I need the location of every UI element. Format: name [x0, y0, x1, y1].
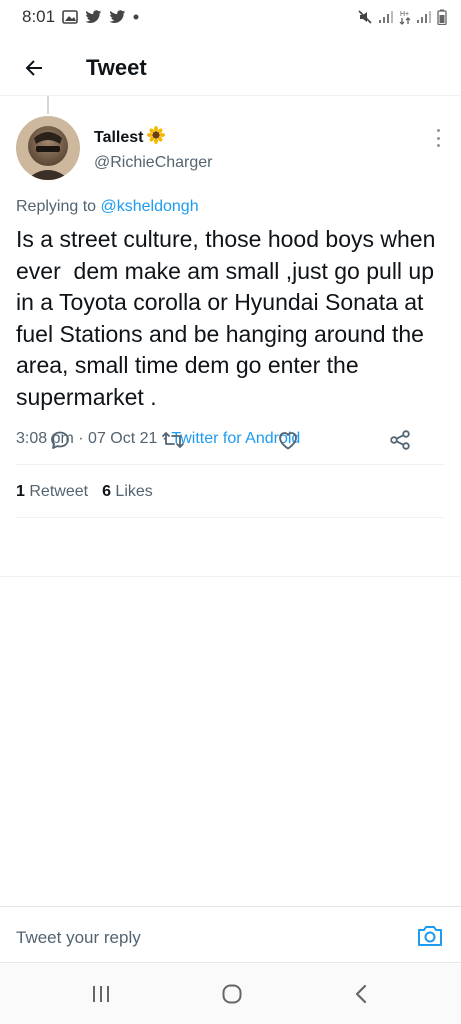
battery-icon	[437, 9, 447, 25]
divider	[16, 464, 445, 465]
author-row: Tallest @RichieCharger	[0, 110, 461, 190]
divider	[0, 962, 461, 963]
recents-button[interactable]	[86, 980, 116, 1008]
recents-icon	[93, 986, 109, 1002]
divider	[16, 517, 445, 518]
more-dot-icon	[436, 144, 440, 147]
retweet-count: 1	[16, 483, 25, 500]
back-nav-button[interactable]	[346, 980, 376, 1008]
reply-input[interactable]: Tweet your reply	[16, 928, 141, 948]
gallery-icon	[62, 10, 78, 24]
tweet-stats: 1 Retweet 6 Likes	[16, 483, 153, 501]
system-nav-bar	[0, 964, 461, 1024]
back-icon	[355, 984, 367, 1004]
status-bar: 8:01 H+	[0, 0, 461, 34]
replying-to: Replying to @ksheldongh	[16, 198, 199, 216]
app-header: Tweet	[0, 40, 461, 96]
arrow-left-icon	[25, 59, 42, 76]
twitter-icon	[85, 10, 102, 24]
share-button[interactable]	[380, 420, 420, 460]
camera-button[interactable]	[415, 921, 445, 951]
mute-icon	[357, 9, 373, 25]
reply-button[interactable]	[40, 420, 80, 460]
home-icon	[222, 984, 242, 1004]
more-dot-icon	[436, 129, 440, 132]
signal-icon	[416, 10, 432, 24]
retweet-icon	[162, 432, 184, 448]
status-time: 8:01	[22, 7, 56, 26]
author-name-text: Tallest	[94, 128, 144, 146]
tweet-text: Is a street culture, those hood boys whe…	[16, 226, 442, 410]
like-stat[interactable]: 6 Likes	[102, 483, 153, 501]
author-name[interactable]: Tallest	[94, 126, 165, 149]
page-title: Tweet	[86, 54, 147, 80]
home-button[interactable]	[217, 980, 247, 1008]
more-options-button[interactable]	[433, 126, 443, 150]
like-count: 6	[102, 483, 111, 500]
replying-mention-link[interactable]: @ksheldongh	[101, 198, 199, 215]
sunflower-emoji-icon	[146, 126, 165, 149]
svg-text:H+: H+	[400, 11, 409, 18]
dot-icon	[133, 14, 139, 20]
replying-prefix: Replying to	[16, 198, 97, 215]
more-dot-icon	[436, 136, 440, 140]
retweet-stat[interactable]: 1 Retweet	[16, 483, 88, 501]
retweet-button[interactable]	[153, 420, 193, 460]
divider	[0, 576, 461, 577]
like-button[interactable]	[268, 420, 308, 460]
tweet-actions	[0, 420, 461, 460]
camera-icon	[418, 926, 442, 946]
share-icon	[390, 430, 410, 450]
twitter-icon	[109, 10, 126, 24]
back-button[interactable]	[0, 40, 68, 96]
avatar[interactable]	[16, 116, 80, 180]
tweet-detail: Tallest @RichieCharger Replying to @kshe…	[0, 110, 461, 518]
reply-bar: Tweet your reply	[0, 906, 461, 962]
like-label: Likes	[115, 483, 153, 500]
author-handle[interactable]: @RichieCharger	[94, 154, 213, 172]
signal-icon	[378, 10, 394, 24]
reply-icon	[51, 431, 69, 449]
retweet-label: Retweet	[29, 483, 89, 500]
data-icon: H+	[399, 9, 411, 25]
like-icon	[279, 432, 297, 450]
